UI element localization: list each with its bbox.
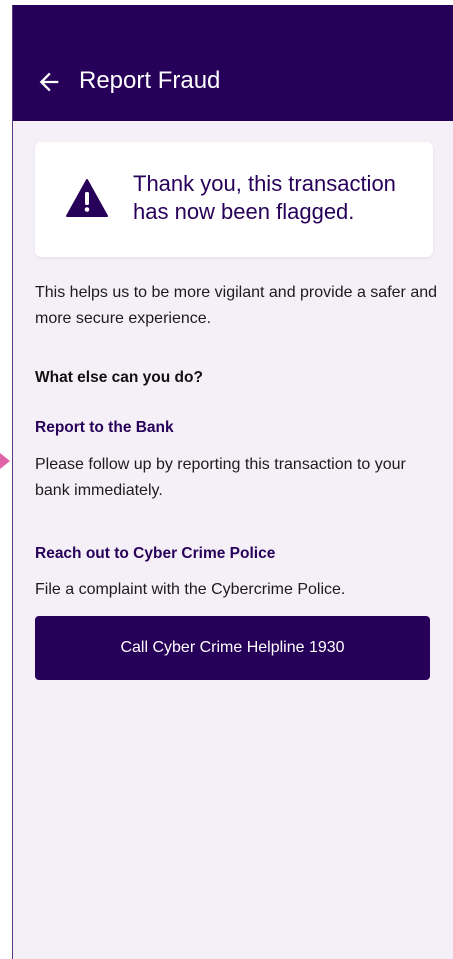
app-surface: Report Fraud Thank you, this transaction… [12, 5, 453, 959]
intro-text: This helps us to be more vigilant and pr… [35, 284, 438, 327]
arrow-left-icon [39, 72, 59, 92]
call-helpline-button[interactable]: Call Cyber Crime Helpline 1930 [35, 616, 430, 680]
edge-marker [0, 453, 10, 469]
report-bank-text: Please follow up by reporting this trans… [35, 456, 406, 499]
warning-triangle-icon [66, 179, 108, 217]
report-bank-heading: Report to the Bank [35, 419, 174, 436]
flagged-notice-card: Thank you, this transaction has now been… [35, 142, 433, 257]
back-button[interactable] [33, 66, 65, 98]
page-title: Report Fraud [79, 67, 221, 94]
screen: Report Fraud Thank you, this transaction… [0, 0, 453, 959]
app-bar: Report Fraud [13, 5, 453, 121]
cyber-police-text: File a complaint with the Cybercrime Pol… [35, 581, 346, 598]
what-else-heading: What else can you do? [35, 369, 203, 386]
cyber-police-heading: Reach out to Cyber Crime Police [35, 545, 276, 562]
flagged-notice-text: Thank you, this transaction has now been… [133, 171, 396, 224]
